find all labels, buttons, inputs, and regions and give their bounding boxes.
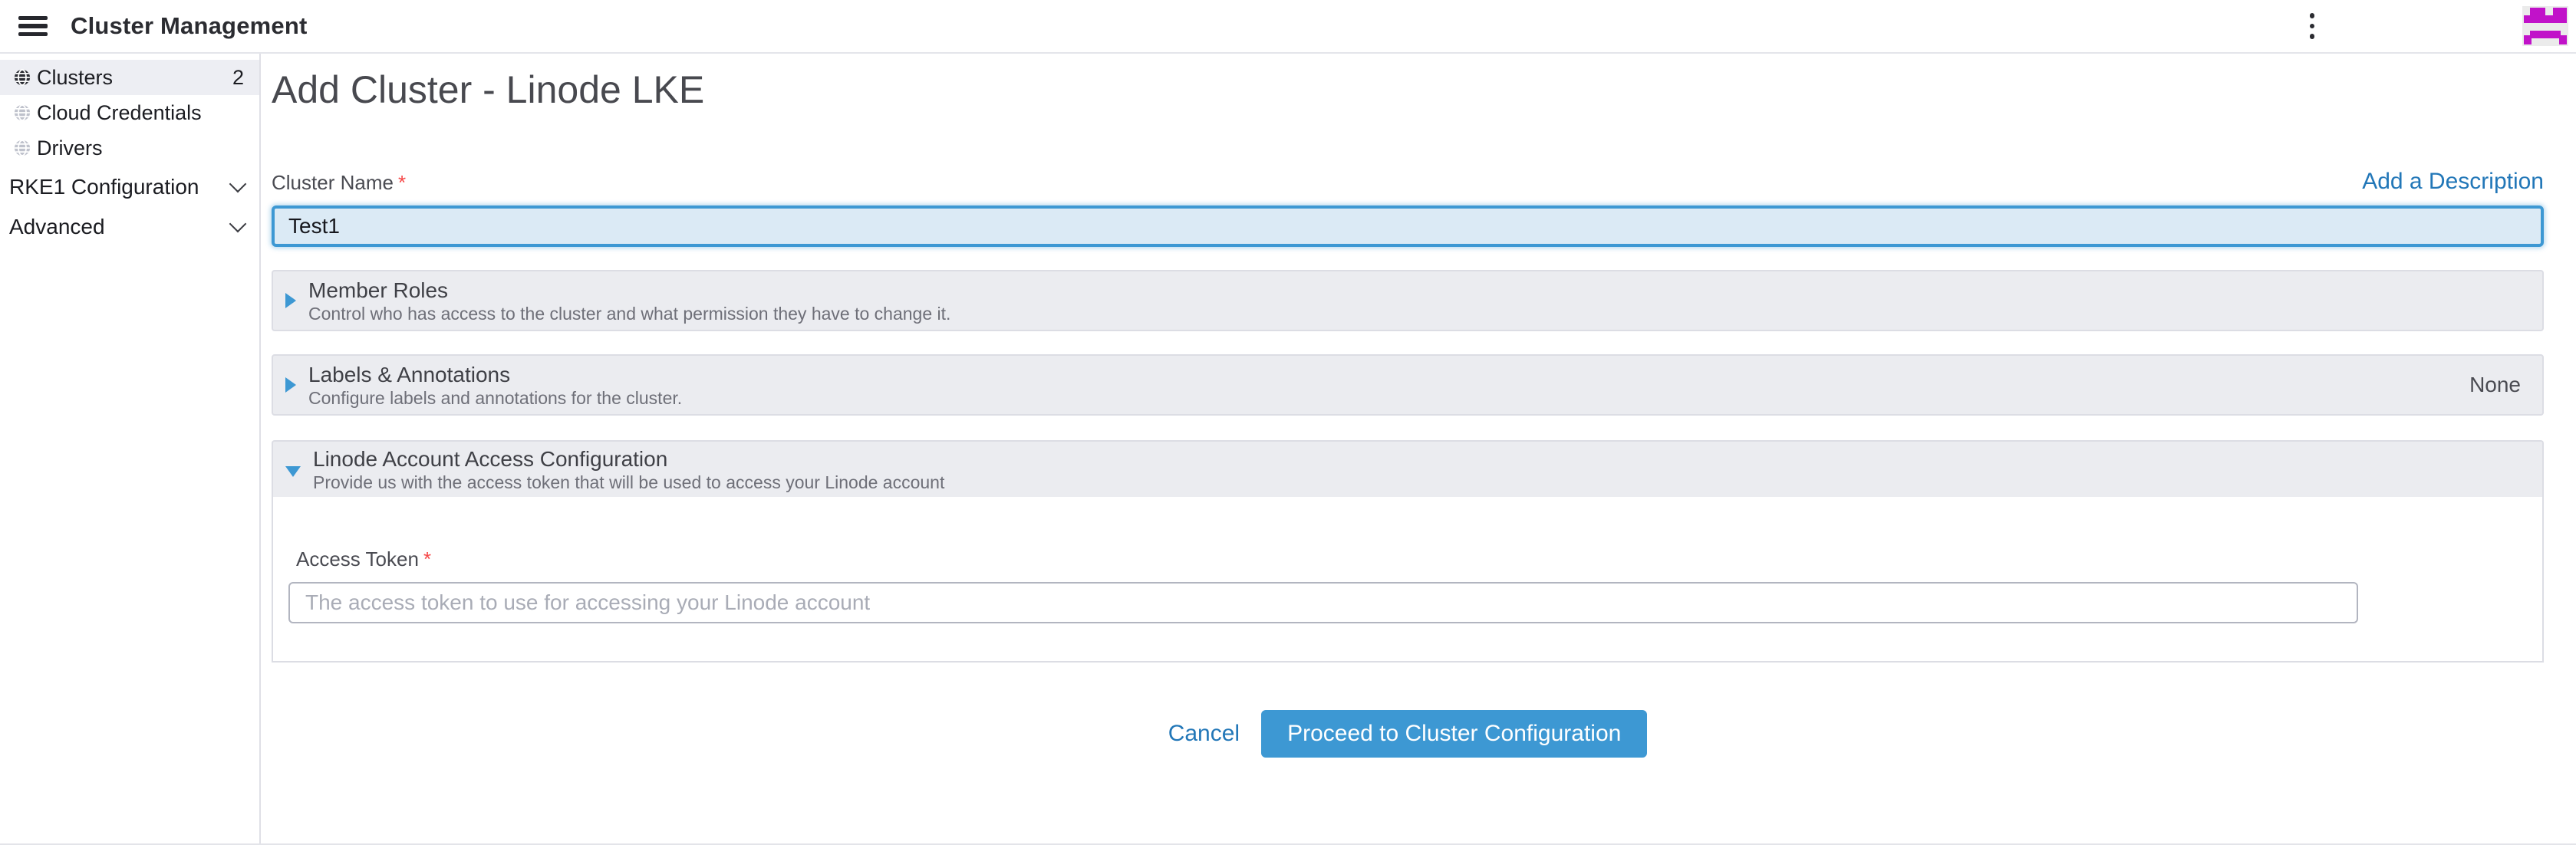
main-content: Add Cluster - Linode LKE Cluster Name* A…: [261, 54, 2576, 843]
section-title: Linode Account Access Configuration: [313, 446, 2521, 472]
hamburger-menu-icon[interactable]: [18, 16, 48, 36]
section-subtitle: Provide us with the access token that wi…: [313, 472, 2521, 492]
sidebar-item-label: Clusters: [37, 66, 232, 90]
sidebar-nav: Clusters 2 Cloud Credentials Drivers RKE…: [0, 54, 261, 843]
sidebar-item-count: 2: [232, 66, 244, 90]
chevron-down-icon: [229, 176, 247, 193]
section-value-none: None: [2469, 373, 2521, 397]
sidebar-item-label: Cloud Credentials: [37, 101, 244, 125]
proceed-to-cluster-configuration-button[interactable]: Proceed to Cluster Configuration: [1261, 710, 1647, 758]
section-subtitle: Configure labels and annotations for the…: [308, 388, 2469, 408]
cancel-button[interactable]: Cancel: [1168, 721, 1240, 747]
access-token-input[interactable]: [288, 582, 2358, 623]
cluster-name-label: Cluster Name*: [272, 171, 406, 195]
app-window: Cluster Management: [0, 0, 2576, 845]
section-labels-annotations[interactable]: Labels & Annotations Configure labels an…: [272, 354, 2544, 416]
caret-down-icon: [285, 466, 301, 477]
page-title: Cluster Management: [71, 12, 308, 40]
sidebar-item-label: Drivers: [37, 136, 244, 160]
sidebar-item-drivers[interactable]: Drivers: [0, 130, 259, 166]
section-linode-access-configuration[interactable]: Linode Account Access Configuration Prov…: [272, 440, 2544, 497]
section-title: Member Roles: [308, 278, 2521, 304]
section-title: Labels & Annotations: [308, 362, 2469, 388]
add-description-link[interactable]: Add a Description: [2362, 169, 2544, 195]
sidebar-group-label: Advanced: [9, 215, 232, 239]
top-header-bar: Cluster Management: [0, 0, 2576, 54]
form-actions: Cancel Proceed to Cluster Configuration: [272, 710, 2544, 758]
section-subtitle: Control who has access to the cluster an…: [308, 304, 2521, 324]
required-asterisk: *: [398, 171, 406, 194]
kebab-menu-icon[interactable]: [2297, 9, 2327, 43]
section-member-roles[interactable]: Member Roles Control who has access to t…: [272, 270, 2544, 331]
sidebar-group-advanced[interactable]: Advanced: [0, 209, 259, 245]
logo-icon: [2522, 6, 2568, 46]
globe-icon: [14, 69, 31, 86]
form-title: Add Cluster - Linode LKE: [272, 67, 2544, 112]
sidebar-item-clusters[interactable]: Clusters 2: [0, 60, 259, 95]
caret-right-icon: [285, 377, 296, 393]
rancher-pixel-logo[interactable]: [2522, 6, 2568, 46]
required-asterisk: *: [423, 547, 431, 570]
caret-right-icon: [285, 293, 296, 308]
sidebar-item-cloud-credentials[interactable]: Cloud Credentials: [0, 95, 259, 130]
sidebar-group-rke1-configuration[interactable]: RKE1 Configuration: [0, 169, 259, 205]
cluster-name-input[interactable]: [272, 205, 2544, 247]
sidebar-group-label: RKE1 Configuration: [9, 175, 232, 199]
chevron-down-icon: [229, 215, 247, 233]
globe-icon: [14, 104, 31, 121]
linode-access-panel-body: Access Token*: [272, 497, 2544, 663]
access-token-label: Access Token*: [296, 547, 2512, 571]
globe-icon: [14, 140, 31, 156]
